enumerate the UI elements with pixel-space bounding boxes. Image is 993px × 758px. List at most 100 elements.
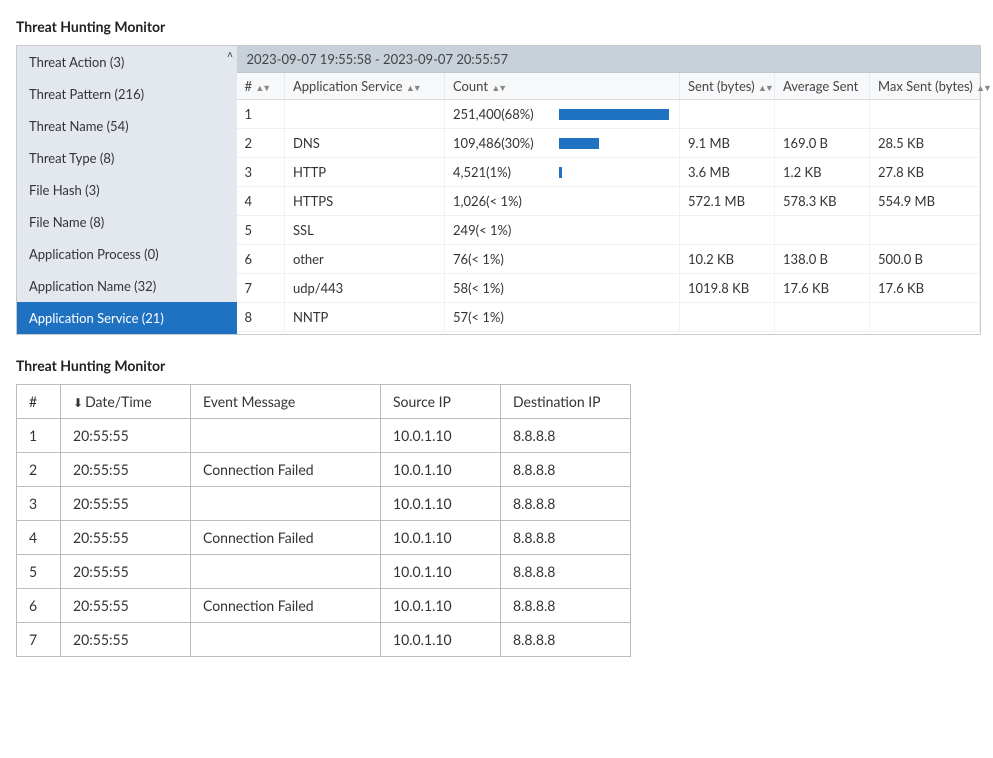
sort-icon: ▲▼ (491, 82, 505, 93)
category-sidebar: ʌ Threat Action (3)Threat Pattern (216)T… (17, 46, 237, 334)
sidebar-item-3[interactable]: Threat Type (8) (17, 142, 237, 174)
col-avg[interactable]: Average Sent (775, 73, 870, 100)
cell-avg: 169.0 B (775, 129, 870, 158)
sidebar-item-7[interactable]: Application Name (32) (17, 270, 237, 302)
cell-dt: 20:55:55 (61, 555, 191, 589)
cell-app: NNTP (285, 303, 445, 332)
cell-dst: 8.8.8.8 (501, 589, 631, 623)
evcol-src[interactable]: Source IP (381, 385, 501, 419)
main-area: 2023-09-07 19:55:58 - 2023-09-07 20:55:5… (237, 46, 981, 334)
cell-src: 10.0.1.10 (381, 555, 501, 589)
cell-avg (775, 100, 870, 129)
table-row[interactable]: 120:55:5510.0.1.108.8.8.8 (17, 419, 631, 453)
sidebar-item-5[interactable]: File Name (8) (17, 206, 237, 238)
cell-count: 1,026(< 1%) (445, 187, 680, 216)
cell-n: 2 (17, 453, 61, 487)
cell-avg (775, 216, 870, 245)
cell-max: 500.0 B (870, 245, 980, 274)
cell-dst: 8.8.8.8 (501, 623, 631, 657)
page-title-1: Threat Hunting Monitor (16, 18, 977, 35)
cell-avg: 138.0 B (775, 245, 870, 274)
cell-max: 27.8 KB (870, 158, 980, 187)
cell-n: 3 (17, 487, 61, 521)
sidebar-item-2[interactable]: Threat Name (54) (17, 110, 237, 142)
events-table: # ⬇Date/Time Event Message Source IP Des… (16, 384, 631, 657)
cell-src: 10.0.1.10 (381, 453, 501, 487)
cell-msg: Connection Failed (191, 521, 381, 555)
cell-src: 10.0.1.10 (381, 419, 501, 453)
sidebar-item-0[interactable]: Threat Action (3) (17, 46, 237, 78)
table-row[interactable]: 320:55:5510.0.1.108.8.8.8 (17, 487, 631, 521)
cell-count: 4,521(1%) (445, 158, 680, 187)
cell-src: 10.0.1.10 (381, 521, 501, 555)
cell-num: 7 (237, 274, 285, 303)
table-row[interactable]: 2DNS109,486(30%)9.1 MB169.0 B28.5 KB (237, 129, 980, 158)
cell-app: udp/443 (285, 274, 445, 303)
table-row[interactable]: 3HTTP4,521(1%)3.6 MB1.2 KB27.8 KB (237, 158, 980, 187)
cell-count: 76(< 1%) (445, 245, 680, 274)
table-row[interactable]: 420:55:55Connection Failed10.0.1.108.8.8… (17, 521, 631, 555)
table-row[interactable]: 7udp/44358(< 1%)1019.8 KB17.6 KB17.6 KB (237, 274, 980, 303)
cell-avg: 17.6 KB (775, 274, 870, 303)
cell-msg: Connection Failed (191, 453, 381, 487)
time-range: 2023-09-07 19:55:58 - 2023-09-07 20:55:5… (237, 46, 981, 73)
cell-num: 8 (237, 303, 285, 332)
cell-max (870, 100, 980, 129)
cell-count: 109,486(30%) (445, 129, 680, 158)
cell-dt: 20:55:55 (61, 453, 191, 487)
col-num[interactable]: # ▲▼ (237, 73, 285, 100)
cell-app: HTTP (285, 158, 445, 187)
cell-sent (680, 100, 775, 129)
cell-avg: 1.2 KB (775, 158, 870, 187)
table-row[interactable]: 5SSL249(< 1%) (237, 216, 980, 245)
cell-max (870, 303, 980, 332)
cell-num: 1 (237, 100, 285, 129)
cell-dst: 8.8.8.8 (501, 521, 631, 555)
cell-max: 554.9 MB (870, 187, 980, 216)
sidebar-item-8[interactable]: Application Service (21) (17, 302, 237, 334)
table-row[interactable]: 220:55:55Connection Failed10.0.1.108.8.8… (17, 453, 631, 487)
cell-src: 10.0.1.10 (381, 589, 501, 623)
cell-count: 249(< 1%) (445, 216, 680, 245)
evcol-num[interactable]: # (17, 385, 61, 419)
evcol-dst[interactable]: Destination IP (501, 385, 631, 419)
cell-dt: 20:55:55 (61, 589, 191, 623)
cell-sent: 1019.8 KB (680, 274, 775, 303)
cell-avg: 578.3 KB (775, 187, 870, 216)
evcol-msg[interactable]: Event Message (191, 385, 381, 419)
sidebar-item-4[interactable]: File Hash (3) (17, 174, 237, 206)
cell-msg (191, 555, 381, 589)
table-row[interactable]: 1 251,400(68%) (237, 100, 980, 129)
cell-dt: 20:55:55 (61, 623, 191, 657)
cell-max: 17.6 KB (870, 274, 980, 303)
cell-count: 58(< 1%) (445, 274, 680, 303)
cell-src: 10.0.1.10 (381, 487, 501, 521)
table-row[interactable]: 6other76(< 1%)10.2 KB138.0 B500.0 B (237, 245, 980, 274)
sidebar-item-6[interactable]: Application Process (0) (17, 238, 237, 270)
sort-icon: ▲▼ (758, 82, 772, 93)
cell-num: 4 (237, 187, 285, 216)
table-row[interactable]: 720:55:5510.0.1.108.8.8.8 (17, 623, 631, 657)
table-row[interactable]: 620:55:55Connection Failed10.0.1.108.8.8… (17, 589, 631, 623)
cell-num: 3 (237, 158, 285, 187)
cell-n: 4 (17, 521, 61, 555)
cell-count: 251,400(68%) (445, 100, 680, 129)
sidebar-item-1[interactable]: Threat Pattern (216) (17, 78, 237, 110)
col-max[interactable]: Max Sent (bytes) ▲▼ (870, 73, 980, 100)
col-app[interactable]: Application Service ▲▼ (285, 73, 445, 100)
cell-dst: 8.8.8.8 (501, 453, 631, 487)
table-row[interactable]: 520:55:5510.0.1.108.8.8.8 (17, 555, 631, 589)
evcol-dt[interactable]: ⬇Date/Time (61, 385, 191, 419)
table-row[interactable]: 8NNTP57(< 1%) (237, 303, 980, 332)
cell-app: other (285, 245, 445, 274)
col-count[interactable]: Count ▲▼ (445, 73, 680, 100)
cell-src: 10.0.1.10 (381, 623, 501, 657)
scroll-up-icon[interactable]: ʌ (227, 48, 232, 60)
cell-msg (191, 487, 381, 521)
col-sent[interactable]: Sent (bytes) ▲▼ (680, 73, 775, 100)
table-row[interactable]: 4HTTPS1,026(< 1%)572.1 MB578.3 KB554.9 M… (237, 187, 980, 216)
cell-avg (775, 303, 870, 332)
cell-n: 6 (17, 589, 61, 623)
cell-sent: 9.1 MB (680, 129, 775, 158)
cell-sent: 3.6 MB (680, 158, 775, 187)
